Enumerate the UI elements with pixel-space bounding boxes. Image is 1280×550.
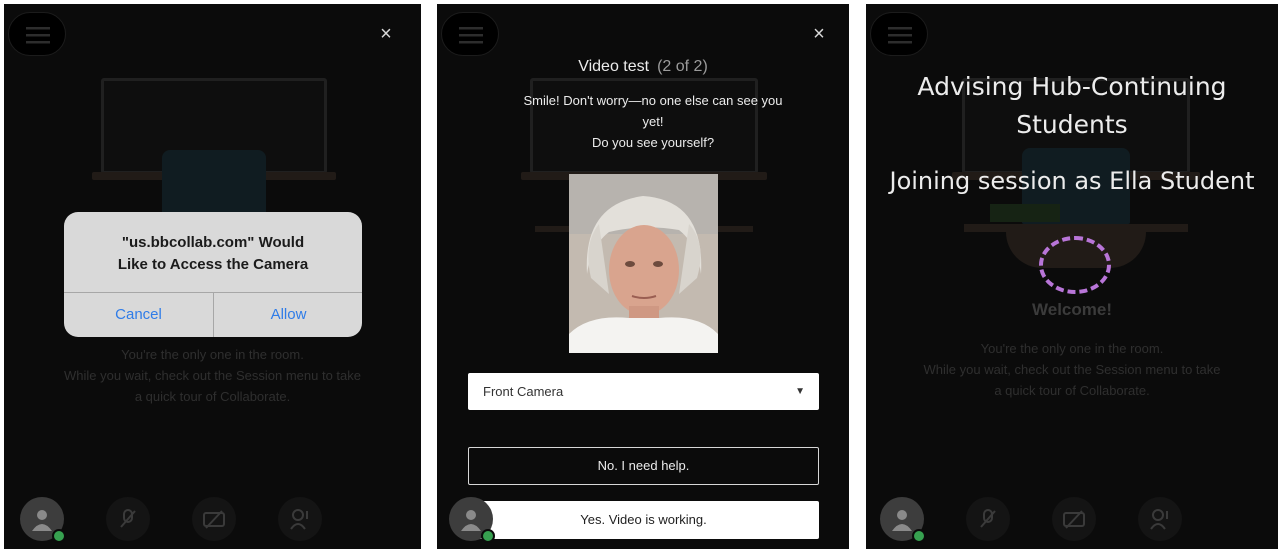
bottom-toolbar bbox=[437, 489, 849, 549]
camera-button[interactable] bbox=[1052, 497, 1096, 541]
allow-button[interactable]: Allow bbox=[214, 293, 362, 337]
camera-select[interactable]: Front Camera ▼ bbox=[468, 373, 819, 410]
joining-session-screen: Advising Hub-Continuing Students Joining… bbox=[866, 4, 1278, 549]
raise-hand-button[interactable] bbox=[1138, 497, 1182, 541]
bottom-toolbar bbox=[866, 489, 1278, 549]
step-indicator: (2 of 2) bbox=[657, 58, 708, 75]
raise-hand-button[interactable] bbox=[278, 497, 322, 541]
hamburger-menu-icon bbox=[26, 27, 50, 44]
dialog-title: "us.bbcollab.com" Would Like to Access t… bbox=[117, 234, 309, 273]
desk bbox=[964, 224, 1188, 232]
hamburger-menu-icon bbox=[888, 27, 912, 44]
page-title: Video test bbox=[578, 58, 650, 75]
user-avatar-icon bbox=[461, 510, 481, 531]
session-menu-button[interactable] bbox=[870, 12, 928, 56]
close-icon[interactable]: × bbox=[376, 24, 396, 44]
welcome-heading: Welcome! bbox=[1032, 300, 1112, 319]
session-menu-button[interactable] bbox=[8, 12, 66, 56]
chevron-down-icon: ▼ bbox=[795, 386, 805, 397]
chair bbox=[162, 150, 266, 218]
camera-permission-screen: × You're the only one in the room. While… bbox=[4, 4, 421, 549]
joining-status: Joining session as Ella Student bbox=[889, 167, 1255, 195]
video-test-heading: Video test (2 of 2) bbox=[437, 58, 849, 76]
session-title: Advising Hub-Continuing Students bbox=[917, 72, 1227, 139]
cancel-button[interactable]: Cancel bbox=[64, 293, 213, 337]
camera-preview-image bbox=[569, 174, 718, 353]
camera-preview bbox=[569, 174, 718, 353]
status-online-icon bbox=[481, 529, 495, 543]
camera-button[interactable] bbox=[192, 497, 236, 541]
video-test-screen: × Video test (2 of 2) Smile! Don't worry—… bbox=[437, 4, 849, 549]
close-icon[interactable]: × bbox=[809, 24, 829, 44]
hamburger-menu-icon bbox=[459, 27, 483, 44]
microphone-button[interactable] bbox=[966, 497, 1010, 541]
camera-off-icon bbox=[1063, 510, 1085, 529]
user-avatar-icon bbox=[892, 510, 912, 531]
need-help-button[interactable]: No. I need help. bbox=[468, 447, 819, 485]
microphone-off-icon bbox=[120, 509, 136, 528]
camera-access-dialog: "us.bbcollab.com" Would Like to Access t… bbox=[64, 212, 362, 337]
my-status-button[interactable] bbox=[20, 497, 66, 543]
raise-hand-icon bbox=[1150, 509, 1168, 530]
session-menu-button[interactable] bbox=[441, 12, 499, 56]
status-online-icon bbox=[52, 529, 66, 543]
status-online-icon bbox=[912, 529, 926, 543]
my-status-button[interactable] bbox=[449, 497, 495, 543]
background-info: You're the only one in the room. While y… bbox=[64, 347, 361, 404]
video-test-message: Smile! Don't worry—no one else can see y… bbox=[523, 93, 783, 150]
microphone-button[interactable] bbox=[106, 497, 150, 541]
camera-off-icon bbox=[203, 510, 225, 529]
my-status-button[interactable] bbox=[880, 497, 926, 543]
bottom-toolbar bbox=[4, 489, 421, 549]
welcome-info: You're the only one in the room. While y… bbox=[923, 341, 1221, 398]
loading-ring-icon bbox=[1039, 236, 1111, 294]
raise-hand-icon bbox=[290, 509, 308, 530]
microphone-off-icon bbox=[980, 509, 996, 528]
user-avatar-icon bbox=[32, 510, 52, 531]
books bbox=[990, 204, 1060, 222]
